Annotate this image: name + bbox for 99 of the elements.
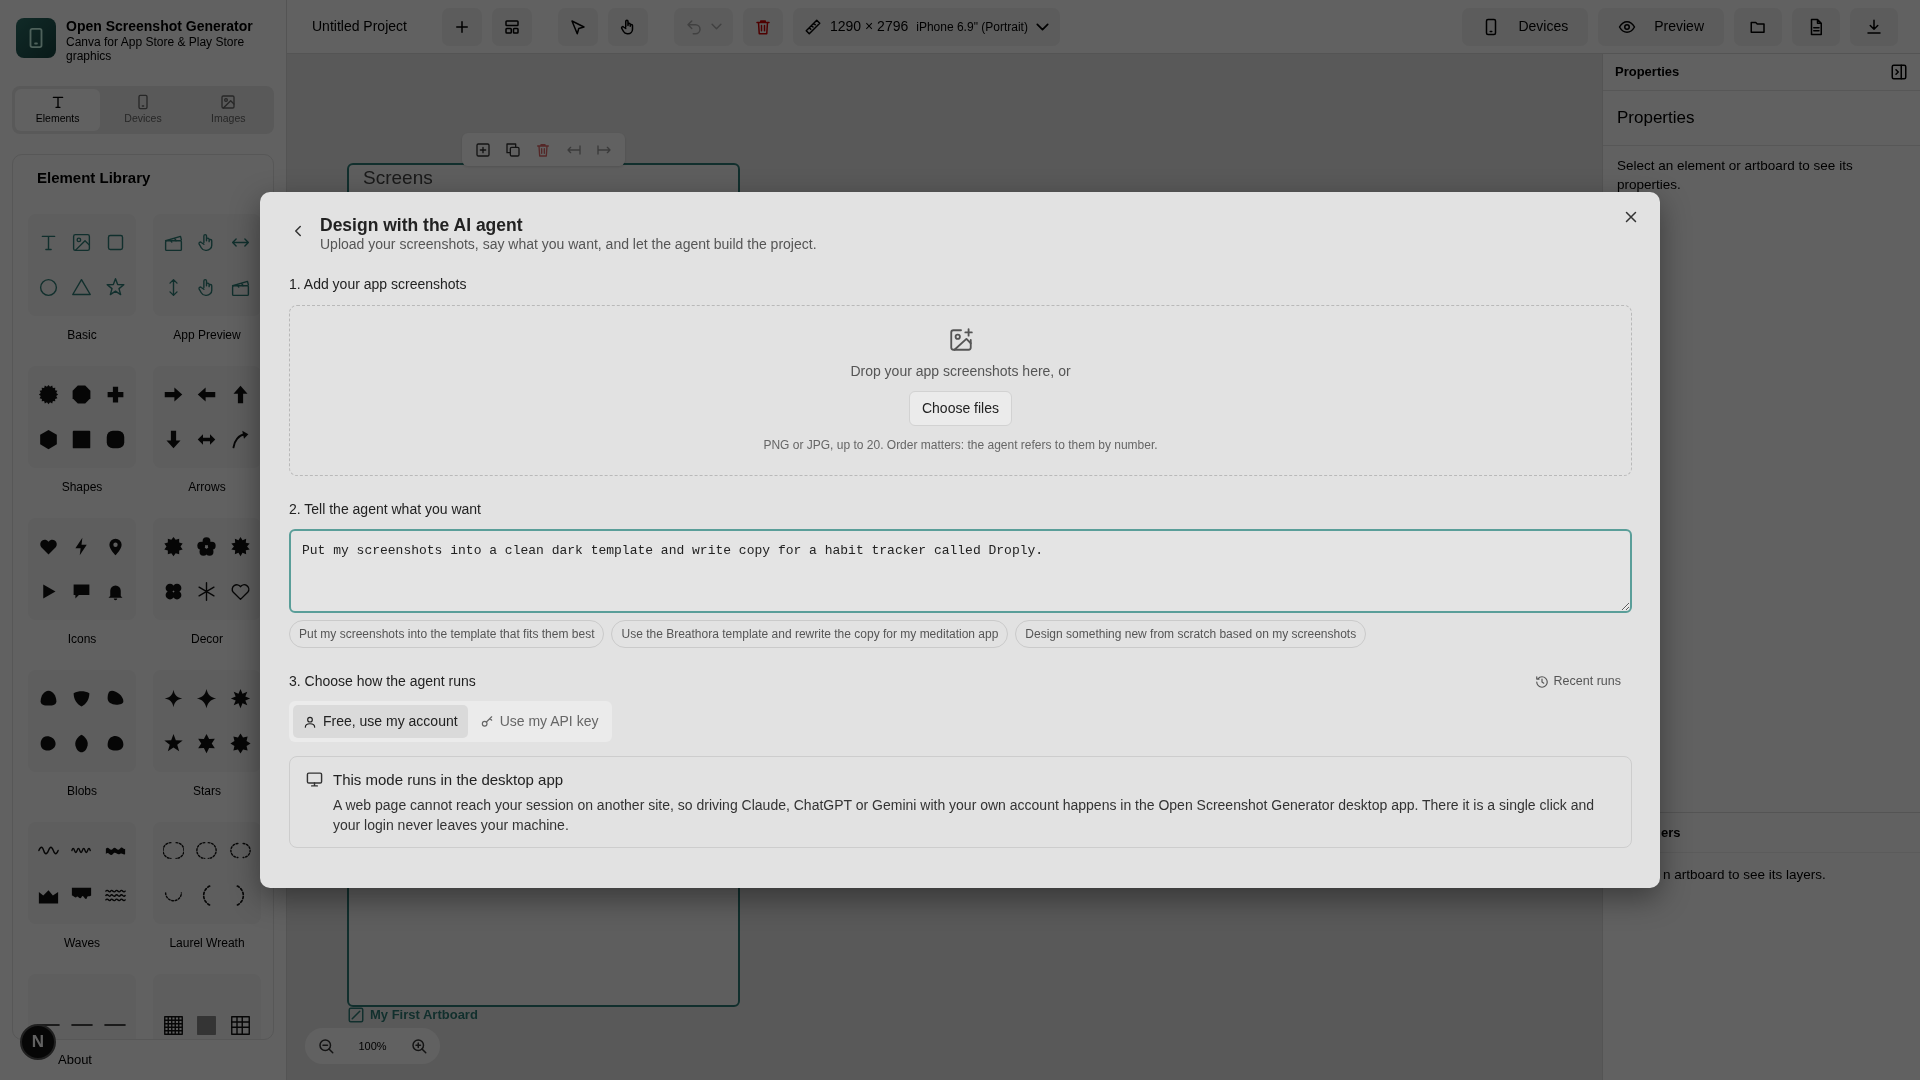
sparkle-icon — [163, 688, 185, 709]
recent-runs-button[interactable]: Recent runs — [1528, 671, 1627, 692]
artboard-name[interactable]: My First Artboard — [370, 1005, 478, 1025]
notice-title: This mode runs in the desktop app — [333, 770, 565, 790]
circle-icon — [38, 277, 60, 298]
panel-hint: Select an element or artboard to see its properties. — [1616, 156, 1854, 194]
panel-header: Properties — [1615, 63, 1680, 82]
category-label: Waves — [63, 935, 101, 952]
section-label: 1. Add your app screenshots — [289, 276, 467, 292]
trash-icon — [535, 141, 552, 158]
about-link[interactable]: About — [58, 1050, 92, 1070]
key-icon — [479, 714, 494, 729]
drop-text: Drop your app screenshots here, or — [850, 362, 1071, 381]
panel-header: ers — [1661, 823, 1681, 842]
app-subtitle: Canva for App Store & Play Store graphics — [66, 35, 246, 63]
star-icon — [163, 733, 185, 754]
copy-icon — [505, 141, 522, 158]
rounded-square-icon — [104, 429, 126, 450]
image-icon — [220, 93, 237, 110]
wreath-icon — [229, 840, 251, 861]
category-label: Laurel Wreath — [169, 935, 245, 952]
artboard-title: Screens — [362, 166, 434, 190]
star-icon — [104, 277, 126, 298]
category-label: Arrows — [188, 479, 226, 496]
heart-icon — [229, 581, 251, 602]
sidebar-tab[interactable]: Elements — [15, 89, 101, 131]
star-icon — [229, 688, 251, 709]
category-label: Stars — [193, 783, 221, 800]
user-icon — [303, 714, 317, 729]
devices-button[interactable]: Devices — [1462, 7, 1589, 46]
badge-icon — [38, 384, 60, 405]
choose-files-button[interactable]: Choose files — [908, 391, 1012, 426]
drop-zone[interactable]: Drop your app screenshots here, or Choose files PNG or JPG, up to 20. Order matters: the agent refers to them by number. — [289, 305, 1632, 476]
monitor-icon — [306, 771, 323, 788]
star-icon — [229, 733, 251, 754]
wreath-icon — [196, 840, 218, 861]
caret-icon — [711, 23, 722, 30]
dialog-subtitle: Upload your screenshots, say what you want, and let the agent build the project. — [320, 236, 817, 253]
laurel-branch-icon — [235, 885, 246, 906]
category-label: Basic — [67, 327, 97, 344]
add-icon — [475, 141, 492, 158]
category-label: Blobs — [67, 783, 97, 800]
octagon-icon — [71, 384, 93, 405]
history-icon — [1534, 674, 1549, 689]
section-label: 3. Choose how the agent runs — [289, 672, 476, 691]
device-label: iPhone 6.9" (Portrait) — [916, 18, 1028, 36]
trash-icon — [754, 17, 772, 36]
hexagon-icon — [38, 429, 60, 450]
app-title: Open Screenshot Generator — [66, 18, 254, 35]
triangle-icon — [71, 277, 93, 298]
category-label: Icons — [67, 631, 97, 648]
grid-icon — [163, 1014, 185, 1036]
undo-icon — [685, 17, 703, 36]
line-icon — [104, 1023, 127, 1027]
grid-icon — [229, 1014, 251, 1036]
notice-text: A web page cannot reach your session on another site, so driving Claude, ChatGPT or Gemini with your own account happens in the Open Screenshot Generator desktop app. There it is a single click and your login never leaves your machine. — [333, 795, 1595, 835]
laurel-branch-icon — [202, 885, 212, 906]
layout-icon — [503, 17, 521, 36]
export-button[interactable] — [1850, 7, 1898, 46]
size-value: 1290 × 2796 — [830, 17, 909, 36]
wreath-icon — [163, 840, 185, 861]
image-add-icon — [947, 327, 974, 353]
collapse-panel-icon — [1890, 63, 1908, 81]
category-label: App Preview — [173, 327, 241, 344]
open-button[interactable] — [1734, 7, 1782, 46]
line-icon — [71, 1023, 93, 1027]
app-logo — [16, 18, 56, 58]
category-label: Shapes — [61, 479, 103, 496]
mode-tab[interactable]: Use my API key — [469, 705, 609, 738]
download-icon — [1865, 17, 1883, 36]
delete-button[interactable] — [743, 7, 783, 46]
section-label: 2. Tell the agent what you want — [289, 501, 481, 517]
project-name[interactable]: Untitled Project — [312, 16, 432, 37]
size-dropdown[interactable]: 1290 × 2796 iPhone 6.9" (Portrait) — [793, 7, 1060, 46]
mode-tab[interactable]: Free, use my account — [293, 705, 468, 738]
grid-icon — [196, 1014, 218, 1036]
drop-hint: PNG or JPG, up to 20. Order matters: the agent refers to them by number. — [763, 437, 1158, 454]
file-button[interactable] — [1792, 7, 1840, 46]
zoom-in-icon — [409, 1037, 428, 1055]
panel-hint: n artboard to see its layers. — [1663, 867, 1826, 882]
panel-title: Properties — [1603, 91, 1920, 146]
category-label: Decor — [191, 631, 223, 648]
select-tool-button[interactable] — [558, 7, 598, 46]
dialog-title: Design with the AI agent — [320, 214, 524, 236]
phone-icon — [135, 93, 151, 110]
layout-button[interactable] — [492, 7, 532, 46]
avatar-badge[interactable]: N — [20, 1024, 56, 1060]
prompt-field[interactable]: Put my screenshots into a clean dark template and write copy for a habit tracker called Droply. — [289, 529, 1632, 613]
ruler-icon — [804, 17, 822, 36]
chevron-down-icon — [1035, 22, 1049, 31]
zoom-level: 100% — [358, 1038, 387, 1054]
zoom-out-icon — [317, 1037, 336, 1055]
image-icon — [71, 232, 93, 253]
sparkle-icon — [196, 688, 218, 709]
hand-tool-button[interactable] — [608, 7, 648, 46]
library-title: Element Library — [37, 168, 152, 188]
cursor-icon — [569, 17, 587, 36]
preview-button[interactable]: Preview — [1598, 7, 1724, 46]
add-button[interactable] — [442, 7, 482, 46]
